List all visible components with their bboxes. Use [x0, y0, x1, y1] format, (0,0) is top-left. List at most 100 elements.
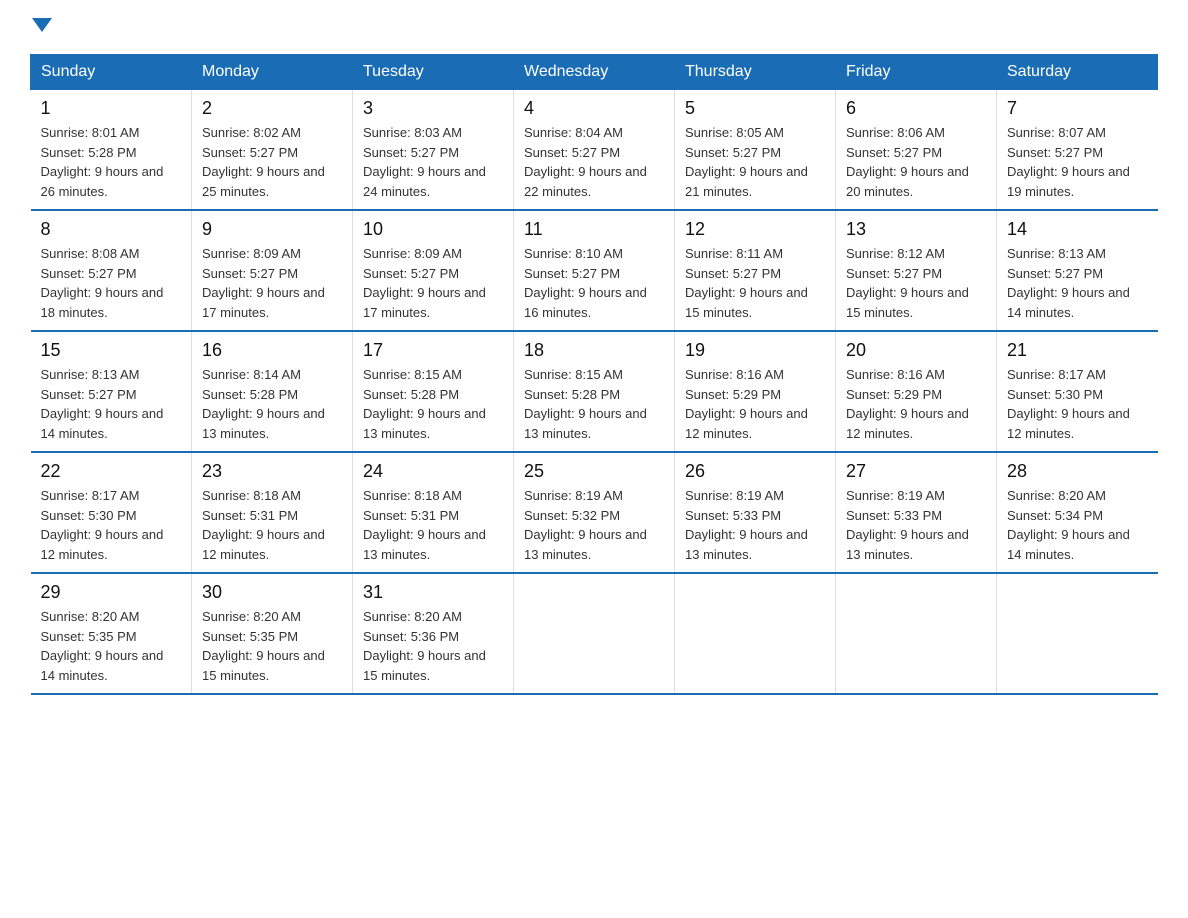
calendar-cell: 1 Sunrise: 8:01 AMSunset: 5:28 PMDayligh… [31, 90, 192, 211]
day-number: 9 [202, 219, 342, 240]
day-info: Sunrise: 8:09 AMSunset: 5:27 PMDaylight:… [363, 246, 486, 320]
calendar-cell: 2 Sunrise: 8:02 AMSunset: 5:27 PMDayligh… [192, 90, 353, 211]
day-info: Sunrise: 8:11 AMSunset: 5:27 PMDaylight:… [685, 246, 808, 320]
day-number: 19 [685, 340, 825, 361]
col-header-sunday: Sunday [31, 55, 192, 90]
day-number: 11 [524, 219, 664, 240]
calendar-cell: 10 Sunrise: 8:09 AMSunset: 5:27 PMDaylig… [353, 210, 514, 331]
calendar-cell: 11 Sunrise: 8:10 AMSunset: 5:27 PMDaylig… [514, 210, 675, 331]
calendar-cell [997, 573, 1158, 694]
page-header [30, 20, 1158, 34]
day-info: Sunrise: 8:18 AMSunset: 5:31 PMDaylight:… [202, 488, 325, 562]
day-number: 15 [41, 340, 182, 361]
day-number: 26 [685, 461, 825, 482]
col-header-monday: Monday [192, 55, 353, 90]
col-header-friday: Friday [836, 55, 997, 90]
calendar-cell: 5 Sunrise: 8:05 AMSunset: 5:27 PMDayligh… [675, 90, 836, 211]
day-info: Sunrise: 8:01 AMSunset: 5:28 PMDaylight:… [41, 125, 164, 199]
col-header-thursday: Thursday [675, 55, 836, 90]
day-number: 10 [363, 219, 503, 240]
day-info: Sunrise: 8:06 AMSunset: 5:27 PMDaylight:… [846, 125, 969, 199]
day-number: 7 [1007, 98, 1148, 119]
week-row-3: 15 Sunrise: 8:13 AMSunset: 5:27 PMDaylig… [31, 331, 1158, 452]
day-info: Sunrise: 8:09 AMSunset: 5:27 PMDaylight:… [202, 246, 325, 320]
day-info: Sunrise: 8:07 AMSunset: 5:27 PMDaylight:… [1007, 125, 1130, 199]
day-number: 8 [41, 219, 182, 240]
day-info: Sunrise: 8:12 AMSunset: 5:27 PMDaylight:… [846, 246, 969, 320]
col-header-tuesday: Tuesday [353, 55, 514, 90]
day-number: 21 [1007, 340, 1148, 361]
logo [30, 20, 52, 34]
calendar-cell: 16 Sunrise: 8:14 AMSunset: 5:28 PMDaylig… [192, 331, 353, 452]
calendar-cell: 26 Sunrise: 8:19 AMSunset: 5:33 PMDaylig… [675, 452, 836, 573]
day-number: 23 [202, 461, 342, 482]
calendar-cell: 19 Sunrise: 8:16 AMSunset: 5:29 PMDaylig… [675, 331, 836, 452]
day-number: 16 [202, 340, 342, 361]
week-row-5: 29 Sunrise: 8:20 AMSunset: 5:35 PMDaylig… [31, 573, 1158, 694]
col-header-wednesday: Wednesday [514, 55, 675, 90]
logo-arrow-icon [32, 18, 52, 32]
day-number: 22 [41, 461, 182, 482]
day-number: 14 [1007, 219, 1148, 240]
calendar-cell: 14 Sunrise: 8:13 AMSunset: 5:27 PMDaylig… [997, 210, 1158, 331]
day-number: 13 [846, 219, 986, 240]
calendar-cell: 6 Sunrise: 8:06 AMSunset: 5:27 PMDayligh… [836, 90, 997, 211]
calendar-cell: 31 Sunrise: 8:20 AMSunset: 5:36 PMDaylig… [353, 573, 514, 694]
calendar-cell: 13 Sunrise: 8:12 AMSunset: 5:27 PMDaylig… [836, 210, 997, 331]
calendar-cell: 18 Sunrise: 8:15 AMSunset: 5:28 PMDaylig… [514, 331, 675, 452]
day-info: Sunrise: 8:15 AMSunset: 5:28 PMDaylight:… [524, 367, 647, 441]
day-number: 27 [846, 461, 986, 482]
day-number: 1 [41, 98, 182, 119]
day-info: Sunrise: 8:20 AMSunset: 5:35 PMDaylight:… [41, 609, 164, 683]
week-row-1: 1 Sunrise: 8:01 AMSunset: 5:28 PMDayligh… [31, 90, 1158, 211]
day-number: 24 [363, 461, 503, 482]
calendar-cell: 9 Sunrise: 8:09 AMSunset: 5:27 PMDayligh… [192, 210, 353, 331]
calendar-cell [514, 573, 675, 694]
day-info: Sunrise: 8:19 AMSunset: 5:33 PMDaylight:… [846, 488, 969, 562]
day-number: 3 [363, 98, 503, 119]
day-info: Sunrise: 8:17 AMSunset: 5:30 PMDaylight:… [1007, 367, 1130, 441]
day-number: 31 [363, 582, 503, 603]
col-header-saturday: Saturday [997, 55, 1158, 90]
calendar-cell: 12 Sunrise: 8:11 AMSunset: 5:27 PMDaylig… [675, 210, 836, 331]
day-info: Sunrise: 8:17 AMSunset: 5:30 PMDaylight:… [41, 488, 164, 562]
calendar-cell: 17 Sunrise: 8:15 AMSunset: 5:28 PMDaylig… [353, 331, 514, 452]
calendar-cell: 25 Sunrise: 8:19 AMSunset: 5:32 PMDaylig… [514, 452, 675, 573]
day-info: Sunrise: 8:03 AMSunset: 5:27 PMDaylight:… [363, 125, 486, 199]
week-row-4: 22 Sunrise: 8:17 AMSunset: 5:30 PMDaylig… [31, 452, 1158, 573]
day-info: Sunrise: 8:19 AMSunset: 5:33 PMDaylight:… [685, 488, 808, 562]
day-number: 28 [1007, 461, 1148, 482]
day-info: Sunrise: 8:16 AMSunset: 5:29 PMDaylight:… [685, 367, 808, 441]
day-number: 18 [524, 340, 664, 361]
day-info: Sunrise: 8:14 AMSunset: 5:28 PMDaylight:… [202, 367, 325, 441]
header-row: SundayMondayTuesdayWednesdayThursdayFrid… [31, 55, 1158, 90]
day-info: Sunrise: 8:08 AMSunset: 5:27 PMDaylight:… [41, 246, 164, 320]
week-row-2: 8 Sunrise: 8:08 AMSunset: 5:27 PMDayligh… [31, 210, 1158, 331]
day-number: 5 [685, 98, 825, 119]
calendar-cell: 21 Sunrise: 8:17 AMSunset: 5:30 PMDaylig… [997, 331, 1158, 452]
day-info: Sunrise: 8:05 AMSunset: 5:27 PMDaylight:… [685, 125, 808, 199]
calendar-cell: 28 Sunrise: 8:20 AMSunset: 5:34 PMDaylig… [997, 452, 1158, 573]
day-number: 20 [846, 340, 986, 361]
calendar-cell: 3 Sunrise: 8:03 AMSunset: 5:27 PMDayligh… [353, 90, 514, 211]
calendar-table: SundayMondayTuesdayWednesdayThursdayFrid… [30, 54, 1158, 695]
calendar-cell: 27 Sunrise: 8:19 AMSunset: 5:33 PMDaylig… [836, 452, 997, 573]
calendar-cell: 24 Sunrise: 8:18 AMSunset: 5:31 PMDaylig… [353, 452, 514, 573]
calendar-cell: 4 Sunrise: 8:04 AMSunset: 5:27 PMDayligh… [514, 90, 675, 211]
day-info: Sunrise: 8:20 AMSunset: 5:35 PMDaylight:… [202, 609, 325, 683]
calendar-cell: 7 Sunrise: 8:07 AMSunset: 5:27 PMDayligh… [997, 90, 1158, 211]
day-number: 17 [363, 340, 503, 361]
day-number: 6 [846, 98, 986, 119]
day-info: Sunrise: 8:02 AMSunset: 5:27 PMDaylight:… [202, 125, 325, 199]
day-number: 30 [202, 582, 342, 603]
day-info: Sunrise: 8:13 AMSunset: 5:27 PMDaylight:… [1007, 246, 1130, 320]
day-info: Sunrise: 8:13 AMSunset: 5:27 PMDaylight:… [41, 367, 164, 441]
day-number: 25 [524, 461, 664, 482]
day-number: 12 [685, 219, 825, 240]
day-number: 29 [41, 582, 182, 603]
day-info: Sunrise: 8:16 AMSunset: 5:29 PMDaylight:… [846, 367, 969, 441]
day-info: Sunrise: 8:10 AMSunset: 5:27 PMDaylight:… [524, 246, 647, 320]
day-number: 2 [202, 98, 342, 119]
day-info: Sunrise: 8:04 AMSunset: 5:27 PMDaylight:… [524, 125, 647, 199]
calendar-cell: 22 Sunrise: 8:17 AMSunset: 5:30 PMDaylig… [31, 452, 192, 573]
